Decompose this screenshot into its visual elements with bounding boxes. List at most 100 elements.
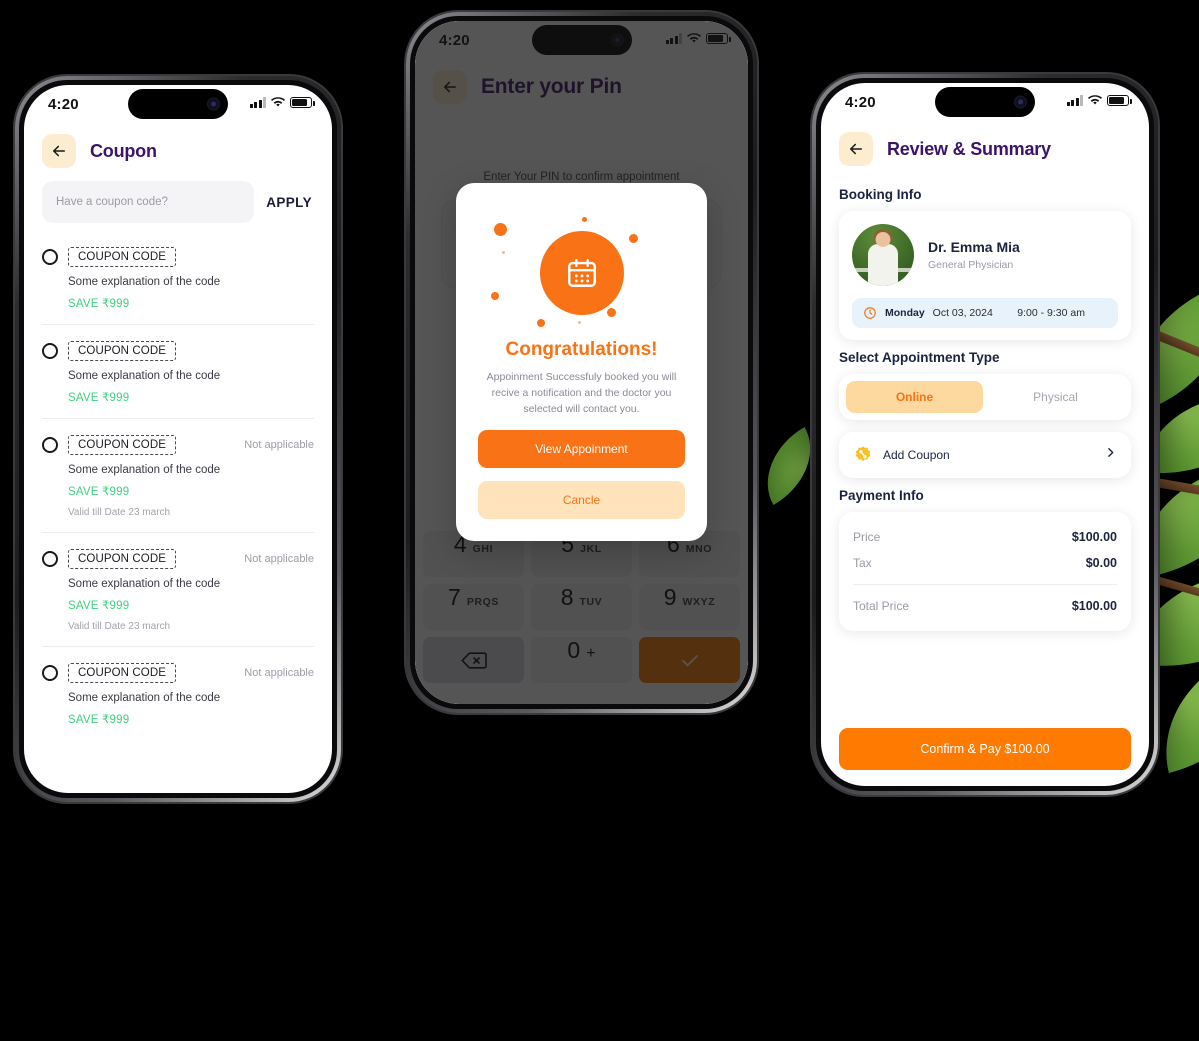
review-footer: Confirm & Pay $100.00 — [821, 718, 1149, 786]
back-button[interactable] — [839, 132, 873, 166]
coupon-item-top-row: COUPON CODE Not applicable — [42, 663, 314, 683]
phone-review: 4:20 Review & Summary Booking Info Dr. E… — [810, 72, 1160, 797]
cancel-button[interactable]: Cancle — [478, 481, 685, 520]
chevron-right-icon — [1104, 446, 1117, 464]
confetti-dot — [502, 251, 505, 254]
coupon-save-amount: SAVE ₹999 — [68, 714, 130, 726]
coupon-code-input[interactable] — [42, 181, 255, 223]
front-camera-icon — [1015, 96, 1026, 108]
doctor-text: Dr. Emma Mia General Physician — [928, 239, 1020, 271]
confetti-dot — [629, 234, 638, 243]
clock-icon — [864, 307, 876, 319]
success-illustration — [478, 209, 685, 337]
confirm-and-pay-button[interactable]: Confirm & Pay $100.00 — [839, 728, 1131, 770]
phone-pin: 4:20 Enter your Pin Enter Your PIN to co… — [404, 10, 759, 715]
coupon-validity: Valid till Date 23 march — [68, 621, 171, 632]
branch — [1153, 575, 1199, 617]
review-screen: 4:20 Review & Summary Booking Info Dr. E… — [821, 83, 1149, 786]
total-row: Total Price $100.00 — [839, 593, 1131, 619]
coupon-save-amount: SAVE ₹999 — [68, 392, 130, 404]
status-indicators — [249, 97, 315, 108]
coupon-list-item[interactable]: COUPON CODE Not applicable Some explanat… — [42, 419, 314, 533]
coupon-save-amount: SAVE ₹999 — [68, 298, 130, 310]
appointment-type-selector: Online Physical — [839, 374, 1131, 420]
coupon-explanation: Some explanation of the code — [68, 692, 221, 704]
add-coupon-row[interactable]: Add Coupon — [839, 432, 1131, 478]
coupon-explanation: Some explanation of the code — [68, 370, 221, 382]
page-title: Review & Summary — [887, 138, 1051, 159]
coupon-radio[interactable] — [42, 249, 58, 265]
slot-day: Monday — [885, 307, 925, 319]
back-button[interactable] — [42, 134, 76, 168]
view-appointment-button[interactable]: View Appoinment — [478, 430, 685, 469]
coupon-list-item[interactable]: COUPON CODE Some explanation of the code… — [42, 325, 314, 419]
coupon-status-badge: Not applicable — [244, 667, 314, 679]
total-value: $100.00 — [1071, 599, 1117, 613]
doctor-name: Dr. Emma Mia — [928, 239, 1020, 255]
coupon-radio[interactable] — [42, 551, 58, 567]
coupon-code-chip: COUPON CODE — [68, 663, 176, 683]
doctor-row: Dr. Emma Mia General Physician — [852, 224, 1118, 286]
payment-value: $100.00 — [1071, 530, 1117, 544]
pin-screen: 4:20 Enter your Pin Enter Your PIN to co… — [415, 21, 748, 704]
doctor-specialty: General Physician — [928, 259, 1014, 271]
coupon-item-top-row: COUPON CODE Not applicable — [42, 435, 314, 455]
slot-time: 9:00 - 9:30 am — [1017, 307, 1085, 319]
coupon-save-amount: SAVE ₹999 — [68, 600, 130, 612]
tab-physical[interactable]: Physical — [987, 381, 1124, 413]
total-label: Total Price — [853, 599, 910, 613]
review-header: Review & Summary — [821, 125, 1149, 173]
coupon-code-chip: COUPON CODE — [68, 435, 176, 455]
confetti-dot — [578, 321, 581, 324]
slot-date: Oct 03, 2024 — [932, 307, 993, 319]
coupon-item-top-row: COUPON CODE Not applicable — [42, 549, 314, 569]
tab-online[interactable]: Online — [846, 381, 983, 413]
coupon-radio[interactable] — [42, 343, 58, 359]
modal-description: Appoinment Successfuly booked you will r… — [486, 371, 677, 415]
appointment-slot-row: Monday Oct 03, 2024 9:00 - 9:30 am — [852, 298, 1118, 328]
booking-info-heading: Booking Info — [839, 187, 922, 202]
confetti-dot — [582, 217, 587, 222]
battery-icon — [290, 97, 315, 108]
payment-info-heading: Payment Info — [839, 488, 924, 503]
add-coupon-label: Add Coupon — [883, 448, 950, 462]
dynamic-island — [935, 87, 1035, 117]
coupon-screen: 4:20 Coupon APPLY COUPON CODE — [24, 85, 332, 793]
coupon-header: Coupon — [24, 127, 332, 175]
coupon-explanation: Some explanation of the code — [68, 578, 221, 590]
arrow-left-icon — [849, 143, 863, 155]
status-time: 4:20 — [48, 96, 79, 113]
page-title: Coupon — [90, 140, 157, 161]
coupon-list-item[interactable]: COUPON CODE Not applicable Some explanat… — [42, 647, 314, 740]
apply-button[interactable]: APPLY — [264, 195, 314, 210]
coupon-code-chip: COUPON CODE — [68, 247, 176, 267]
divider — [853, 584, 1117, 585]
modal-title: Congratulations! — [505, 339, 658, 360]
avatar-coat — [868, 244, 898, 286]
status-indicators — [1066, 95, 1132, 106]
coupon-radio[interactable] — [42, 437, 58, 453]
signal-icon — [1066, 95, 1083, 106]
front-camera-icon — [208, 98, 219, 110]
payment-row: Price $100.00 — [839, 524, 1131, 550]
status-bar: 4:20 — [24, 85, 332, 127]
coupon-status-badge: Not applicable — [244, 439, 314, 451]
coupon-list-item[interactable]: COUPON CODE Some explanation of the code… — [42, 231, 314, 325]
signal-icon — [249, 97, 266, 108]
coupon-explanation: Some explanation of the code — [68, 464, 221, 476]
coupon-item-top-row: COUPON CODE — [42, 247, 314, 267]
status-bar: 4:20 — [821, 83, 1149, 125]
payment-label: Tax — [853, 556, 872, 570]
status-time: 4:20 — [845, 94, 876, 111]
coupon-radio[interactable] — [42, 665, 58, 681]
coupon-list-item[interactable]: COUPON CODE Not applicable Some explanat… — [42, 533, 314, 647]
phone-coupon: 4:20 Coupon APPLY COUPON CODE — [13, 74, 343, 804]
coupon-list: COUPON CODE Some explanation of the code… — [24, 231, 332, 740]
confetti-dot — [491, 292, 499, 300]
coupon-code-chip: COUPON CODE — [68, 549, 176, 569]
success-modal: Congratulations! Appoinment Successfuly … — [456, 183, 707, 542]
percent-badge-icon — [855, 446, 871, 461]
coupon-validity: Valid till Date 23 march — [68, 507, 171, 518]
coupon-code-chip: COUPON CODE — [68, 341, 176, 361]
confetti-dot — [494, 223, 507, 236]
